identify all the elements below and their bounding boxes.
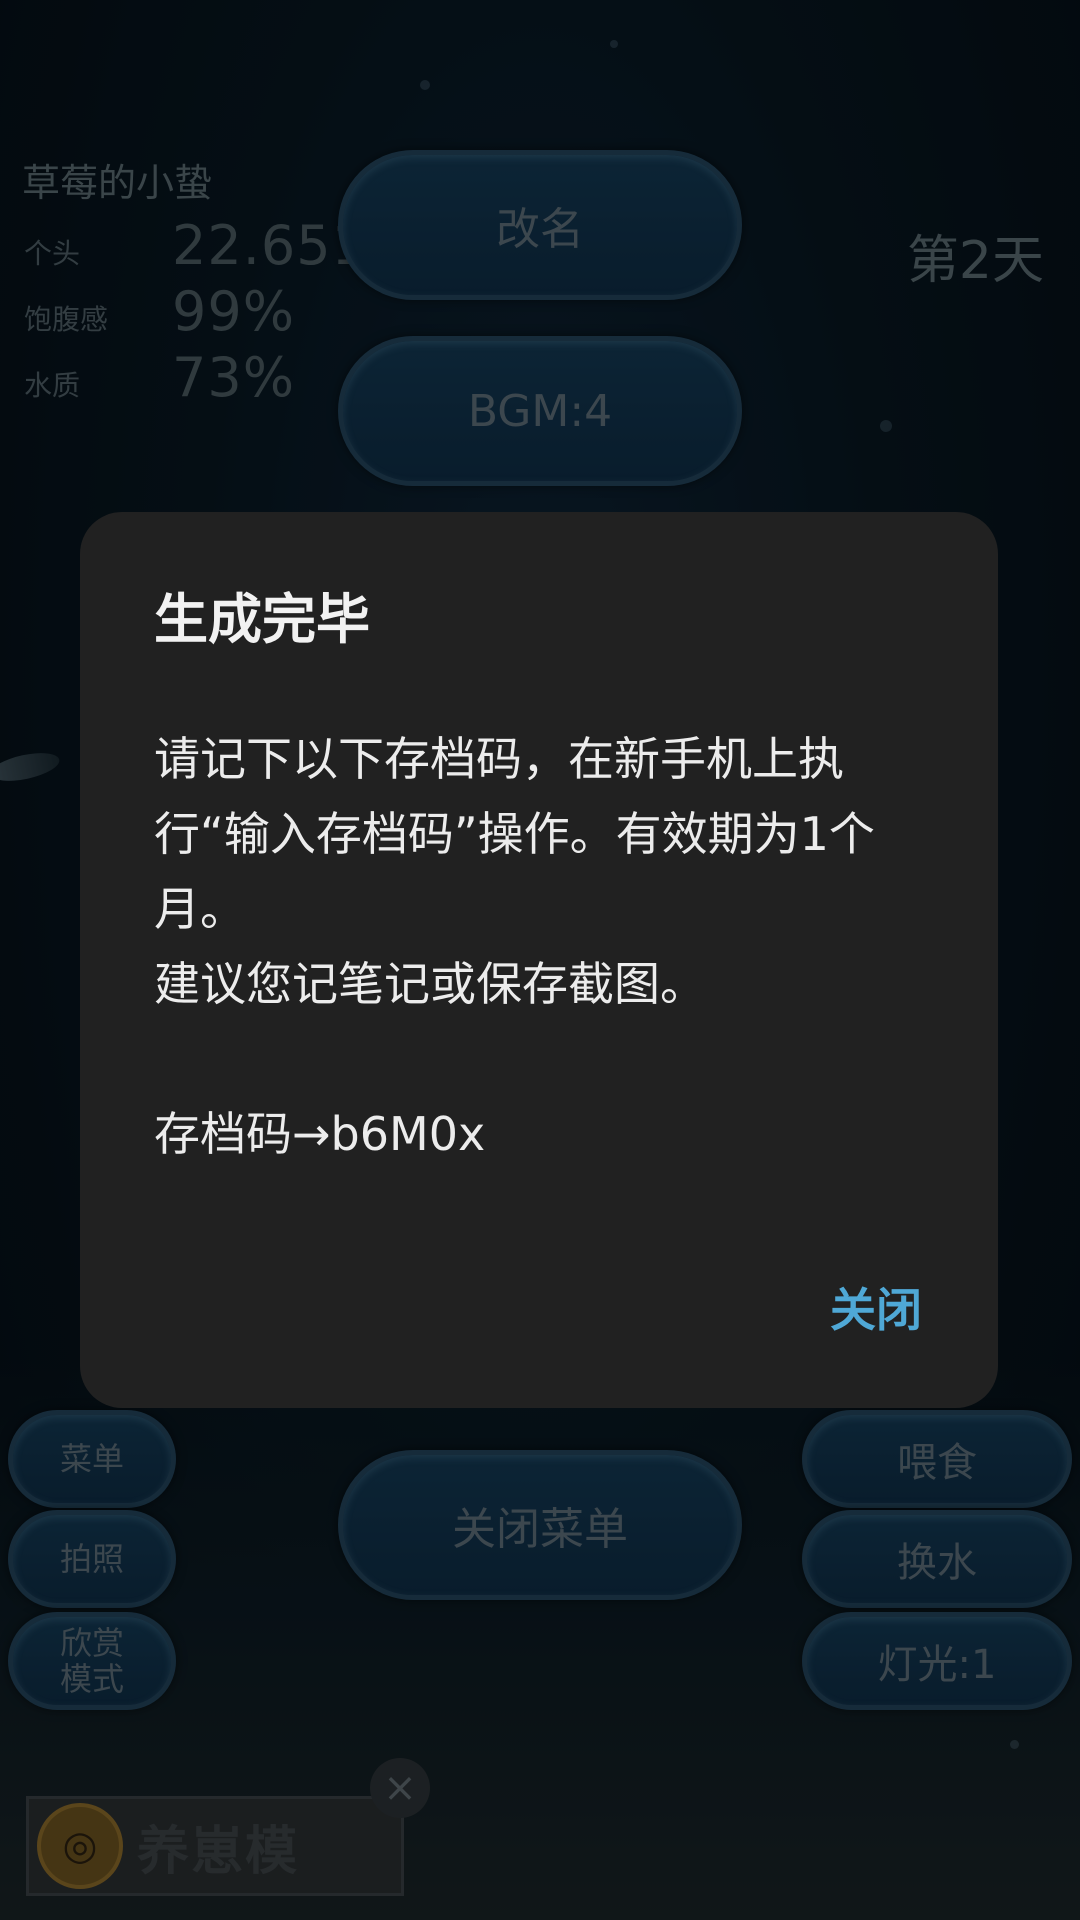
close-button[interactable]: 关闭 [826, 1273, 926, 1347]
save-code: 存档码→b6M0x [154, 1107, 486, 1161]
game-screen: 草莓的小蛰 个头 22.651339mm 饱腹感 99% 水质 73% 第2天 … [0, 0, 1080, 1920]
message-line: 建议您记笔记或保存截图。 [154, 957, 706, 1011]
save-code-dialog: 生成完毕 请记下以下存档码，在新手机上执 行“输入存档码”操作。有效期为1个 月… [80, 512, 998, 1408]
dialog-actions: 关闭 [826, 1274, 926, 1340]
message-line: 月。 [154, 882, 246, 936]
dialog-message: 请记下以下存档码，在新手机上执 行“输入存档码”操作。有效期为1个 月。 建议您… [154, 722, 924, 1172]
message-line: 请记下以下存档码，在新手机上执 [154, 732, 844, 786]
dialog-title: 生成完毕 [154, 588, 370, 651]
message-line: 行“输入存档码”操作。有效期为1个 [154, 807, 875, 861]
